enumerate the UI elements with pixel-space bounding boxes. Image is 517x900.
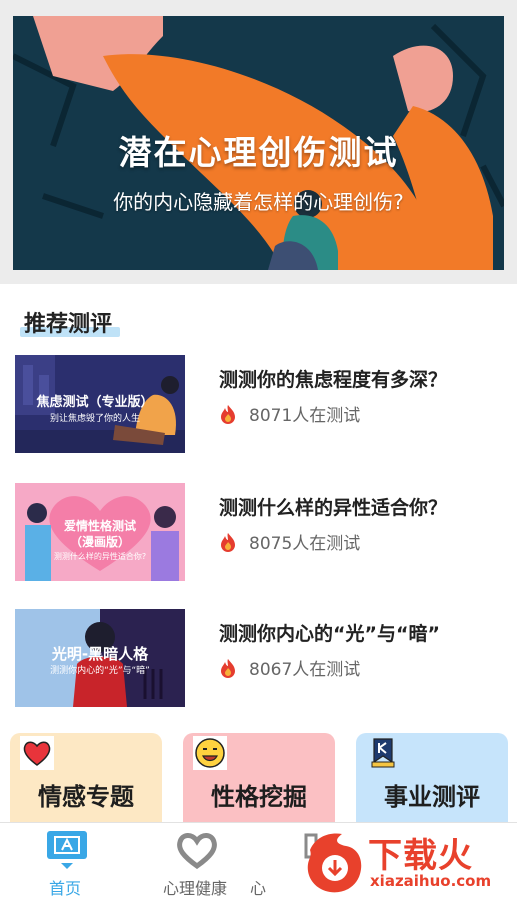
home-monitor-icon [47,831,87,869]
watermark-text: 下载火 [368,836,473,876]
thumb-subtitle: 测测什么样的异性适合你? [53,552,147,561]
watermark-logo: 下载火 xiazaihuo.com [300,826,517,900]
tab-label: 首页 [48,879,81,898]
test-thumbnail: 爱情性格测试 （漫画版） 测测什么样的异性适合你? [15,483,185,581]
thumb-title: 焦虑测试（专业版） [36,395,154,410]
test-item-light-dark[interactable]: 光明-黑暗人格 测测你内心的“光”与“暗” 测测你内心的“光”与“暗” 8067… [15,609,505,709]
thumb-title: 爱情性格测试 [63,519,136,533]
heart-icon [20,736,54,770]
banner-area: 潜在心理创伤测试 你的内心隐藏着怎样的心理创伤? [0,0,517,284]
test-title: 测测你内心的“光”与“暗” [219,623,440,645]
tab-label: 心 [249,879,266,898]
fire-icon [221,532,235,552]
test-participants: 8071人在测试 [219,401,360,426]
thumb-title-2: （漫画版） [69,535,130,549]
test-title: 测测什么样的异性适合你？ [219,497,448,519]
category-emotion[interactable]: 情感专题 [10,733,162,833]
bookmark-k-icon [366,736,400,770]
category-career[interactable]: 事业测评 [356,733,508,833]
participant-count: 8075人在测试 [249,534,361,554]
participant-count: 8071人在测试 [249,406,361,426]
participant-count: 8067人在测试 [249,660,361,680]
thumb-subtitle: 别让焦虑毁了你的人生 [49,414,140,424]
test-item-anxiety[interactable]: 焦虑测试（专业版） 别让焦虑毁了你的人生 测测你的焦虑程度有多深？ 8071人在… [15,355,505,455]
category-label: 性格挖掘 [211,783,307,811]
test-title: 测测你的焦虑程度有多深？ [219,369,448,391]
smiley-icon [193,736,227,770]
thumb-title: 光明-黑暗人格 [51,645,149,663]
heart-outline-icon [177,833,217,869]
category-label: 情感专题 [38,783,134,811]
banner-subtitle: 你的内心隐藏着怎样的心理创伤? [113,190,404,214]
fire-icon [221,404,235,424]
category-label: 事业测评 [384,783,480,811]
thumb-subtitle: 测测你内心的“光”与“暗” [50,666,150,676]
test-participants: 8075人在测试 [219,529,360,554]
test-participants: 8067人在测试 [219,655,360,680]
promo-banner[interactable]: 潜在心理创伤测试 你的内心隐藏着怎样的心理创伤? [13,16,504,270]
test-thumbnail: 焦虑测试（专业版） 别让焦虑毁了你的人生 [15,355,185,453]
fire-icon [221,658,235,678]
watermark-url: xiazaihuo.com [370,872,492,890]
section-title: 推荐测评 [24,312,113,337]
banner-title: 潜在心理创伤测试 [118,133,399,172]
tab-home[interactable]: 首页 [5,823,125,900]
category-personality[interactable]: 性格挖掘 [183,733,335,833]
test-item-love[interactable]: 爱情性格测试 （漫画版） 测测什么样的异性适合你? 测测什么样的异性适合你？ 8… [15,483,505,583]
flame-logo-icon [307,833,362,893]
test-thumbnail: 光明-黑暗人格 测测你内心的“光”与“暗” [15,609,185,707]
